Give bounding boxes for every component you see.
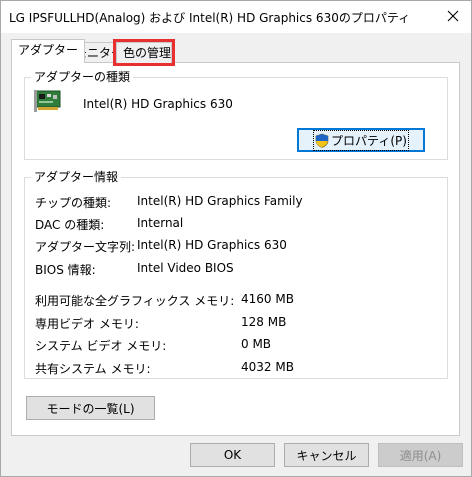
adapter-tab-panel: アダプターの種類 Intel(R) HD Graphics 630 プロパティ(… — [11, 62, 460, 436]
bios-info-label: BIOS 情報: — [35, 263, 96, 277]
list-all-modes-button[interactable]: モードの一覧(L) — [26, 396, 155, 420]
shield-icon — [315, 133, 329, 148]
window-title: LG IPSFULLHD(Analog) および Intel(R) HD Gra… — [9, 11, 411, 25]
dedicated-video-memory-label: 専用ビデオ メモリ: — [35, 317, 139, 331]
title-bar: LG IPSFULLHD(Analog) および Intel(R) HD Gra… — [1, 1, 471, 33]
adapter-type-title: アダプターの種類 — [31, 70, 134, 84]
dac-type-label: DAC の種類: — [35, 218, 105, 232]
tab-color-management[interactable]: 色の管理 — [113, 39, 175, 66]
properties-dialog: LG IPSFULLHD(Analog) および Intel(R) HD Gra… — [0, 0, 472, 477]
adapter-name: Intel(R) HD Graphics 630 — [83, 97, 233, 111]
close-button[interactable] — [435, 1, 471, 31]
total-graphics-memory-label: 利用可能な全グラフィックス メモリ: — [35, 294, 235, 308]
properties-button-label: プロパティ(P) — [331, 133, 407, 148]
shared-system-memory-label: 共有システム メモリ: — [35, 362, 151, 376]
adapter-info-title: アダプター情報 — [31, 170, 122, 184]
apply-button[interactable]: 適用(A) — [378, 443, 463, 467]
ok-button[interactable]: OK — [190, 443, 275, 467]
dedicated-video-memory-value: 128 MB — [241, 315, 287, 329]
dac-type-value: Internal — [137, 216, 184, 230]
cancel-button[interactable]: キャンセル — [284, 443, 369, 467]
total-graphics-memory-value: 4160 MB — [241, 292, 294, 306]
system-video-memory-value: 0 MB — [241, 337, 272, 351]
adapter-type-group: アダプターの種類 Intel(R) HD Graphics 630 プロパティ(… — [24, 70, 448, 160]
properties-button[interactable]: プロパティ(P) — [297, 128, 425, 152]
adapter-string-label: アダプター文字列: — [35, 240, 136, 254]
chip-type-label: チップの種類: — [35, 196, 112, 210]
shared-system-memory-value: 4032 MB — [241, 360, 294, 374]
bios-info-value: Intel Video BIOS — [137, 261, 234, 275]
chip-type-value: Intel(R) HD Graphics Family — [137, 194, 303, 208]
graphics-card-icon — [34, 90, 61, 112]
adapter-info-group: アダプター情報 チップの種類: Intel(R) HD Graphics Fam… — [24, 170, 448, 379]
adapter-string-value: Intel(R) HD Graphics 630 — [137, 238, 287, 252]
tab-adapter[interactable]: アダプター — [11, 39, 86, 63]
close-icon — [447, 10, 459, 22]
system-video-memory-label: システム ビデオ メモリ: — [35, 339, 167, 353]
